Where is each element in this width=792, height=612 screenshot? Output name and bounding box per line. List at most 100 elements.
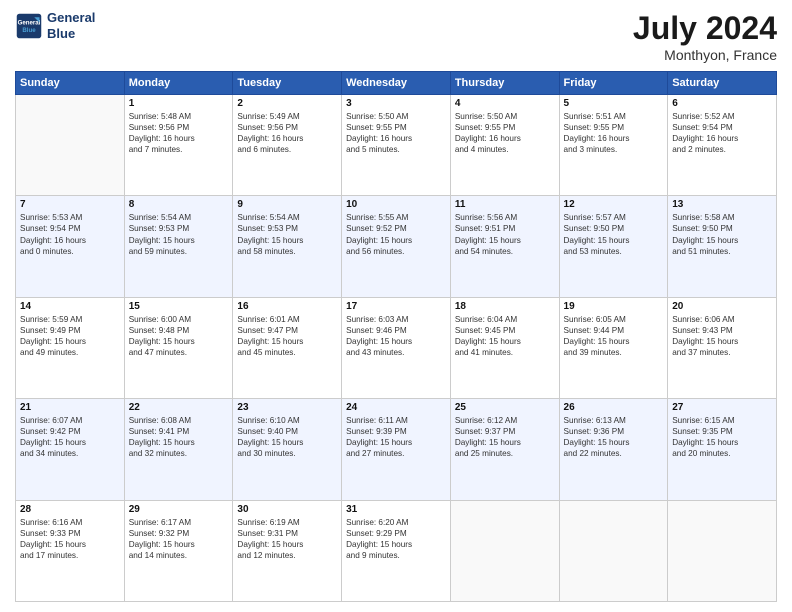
svg-text:Blue: Blue — [22, 27, 36, 34]
cell-info: Sunrise: 5:55 AM Sunset: 9:52 PM Dayligh… — [346, 212, 446, 256]
day-number: 9 — [237, 199, 337, 210]
cell-info: Sunrise: 6:11 AM Sunset: 9:39 PM Dayligh… — [346, 415, 446, 459]
cell-info: Sunrise: 6:13 AM Sunset: 9:36 PM Dayligh… — [564, 415, 664, 459]
calendar-cell: 12Sunrise: 5:57 AM Sunset: 9:50 PM Dayli… — [559, 196, 668, 297]
month-year: July 2024 — [633, 10, 777, 47]
calendar-cell: 27 Sunrise: 6:15 AM Sunset: 9:35 PM Dayli… — [668, 399, 777, 500]
cell-info: Sunrise: 5:56 AM Sunset: 9:51 PM Dayligh… — [455, 212, 555, 256]
svg-text:General: General — [18, 19, 41, 26]
cell-info: Sunrise: 5:59 AM Sunset: 9:49 PM Dayligh… — [20, 314, 120, 358]
day-number: 2 — [237, 98, 337, 109]
cell-info: Sunrise: 6:05 AM Sunset: 9:44 PM Dayligh… — [564, 314, 664, 358]
cell-info: Sunrise: 6:04 AM Sunset: 9:45 PM Dayligh… — [455, 314, 555, 358]
cell-info: Sunrise: 6:07 AM Sunset: 9:42 PM Dayligh… — [20, 415, 120, 459]
calendar-week-1: 1Sunrise: 5:48 AM Sunset: 9:56 PM Daylig… — [16, 95, 777, 196]
calendar-cell: 3Sunrise: 5:50 AM Sunset: 9:55 PM Daylig… — [342, 95, 451, 196]
title-block: July 2024 Monthyon, France — [633, 10, 777, 63]
day-number: 19 — [564, 301, 664, 312]
calendar-cell: 30 Sunrise: 6:19 AM Sunset: 9:31 PM Dayli… — [233, 500, 342, 601]
day-number: 12 — [564, 199, 664, 210]
cell-info: Sunrise: 5:53 AM Sunset: 9:54 PM Dayligh… — [20, 212, 120, 256]
cell-info: Sunrise: 6:12 AM Sunset: 9:37 PM Dayligh… — [455, 415, 555, 459]
day-number: 17 — [346, 301, 446, 312]
cell-info: Sunrise: 6:06 AM Sunset: 9:43 PM Dayligh… — [672, 314, 772, 358]
header: General Blue General Blue July 2024 Mont… — [15, 10, 777, 63]
calendar-cell: 2 Sunrise: 5:49 AM Sunset: 9:56 PM Daylig… — [233, 95, 342, 196]
calendar-cell: 26 Sunrise: 6:13 AM Sunset: 9:36 PM Dayli… — [559, 399, 668, 500]
calendar-cell: 16Sunrise: 6:01 AM Sunset: 9:47 PM Dayli… — [233, 297, 342, 398]
header-row: Sunday Monday Tuesday Wednesday Thursday… — [16, 72, 777, 95]
calendar-cell: 5 Sunrise: 5:51 AM Sunset: 9:55 PM Daylig… — [559, 95, 668, 196]
calendar-cell — [668, 500, 777, 601]
day-number: 25 — [455, 402, 555, 413]
col-sunday: Sunday — [16, 72, 125, 95]
calendar-cell: 1Sunrise: 5:48 AM Sunset: 9:56 PM Daylig… — [124, 95, 233, 196]
calendar-cell: 7 Sunrise: 5:53 AM Sunset: 9:54 PM Daylig… — [16, 196, 125, 297]
col-tuesday: Tuesday — [233, 72, 342, 95]
calendar-cell: 11 Sunrise: 5:56 AM Sunset: 9:51 PM Dayli… — [450, 196, 559, 297]
calendar-cell: 25 Sunrise: 6:12 AM Sunset: 9:37 PM Dayli… — [450, 399, 559, 500]
cell-info: Sunrise: 6:16 AM Sunset: 9:33 PM Dayligh… — [20, 517, 120, 561]
calendar-cell: 9Sunrise: 5:54 AM Sunset: 9:53 PM Daylig… — [233, 196, 342, 297]
cell-info: Sunrise: 6:00 AM Sunset: 9:48 PM Dayligh… — [129, 314, 229, 358]
cell-info: Sunrise: 6:15 AM Sunset: 9:35 PM Dayligh… — [672, 415, 772, 459]
calendar-cell: 23Sunrise: 6:10 AM Sunset: 9:40 PM Dayli… — [233, 399, 342, 500]
calendar-cell: 24 Sunrise: 6:11 AM Sunset: 9:39 PM Dayli… — [342, 399, 451, 500]
cell-info: Sunrise: 5:50 AM Sunset: 9:55 PM Dayligh… — [455, 111, 555, 155]
cell-info: Sunrise: 6:08 AM Sunset: 9:41 PM Dayligh… — [129, 415, 229, 459]
day-number: 28 — [20, 504, 120, 515]
calendar-cell: 21 Sunrise: 6:07 AM Sunset: 9:42 PM Dayli… — [16, 399, 125, 500]
calendar-week-3: 14Sunrise: 5:59 AM Sunset: 9:49 PM Dayli… — [16, 297, 777, 398]
calendar-cell: 14Sunrise: 5:59 AM Sunset: 9:49 PM Dayli… — [16, 297, 125, 398]
col-thursday: Thursday — [450, 72, 559, 95]
day-number: 11 — [455, 199, 555, 210]
logo: General Blue General Blue — [15, 10, 95, 41]
calendar-cell: 31Sunrise: 6:20 AM Sunset: 9:29 PM Dayli… — [342, 500, 451, 601]
cell-info: Sunrise: 5:58 AM Sunset: 9:50 PM Dayligh… — [672, 212, 772, 256]
cell-info: Sunrise: 5:49 AM Sunset: 9:56 PM Dayligh… — [237, 111, 337, 155]
day-number: 7 — [20, 199, 120, 210]
day-number: 5 — [564, 98, 664, 109]
cell-info: Sunrise: 6:17 AM Sunset: 9:32 PM Dayligh… — [129, 517, 229, 561]
cell-info: Sunrise: 5:51 AM Sunset: 9:55 PM Dayligh… — [564, 111, 664, 155]
cell-info: Sunrise: 6:20 AM Sunset: 9:29 PM Dayligh… — [346, 517, 446, 561]
cell-info: Sunrise: 6:01 AM Sunset: 9:47 PM Dayligh… — [237, 314, 337, 358]
day-number: 13 — [672, 199, 772, 210]
day-number: 8 — [129, 199, 229, 210]
day-number: 4 — [455, 98, 555, 109]
location: Monthyon, France — [633, 47, 777, 63]
calendar-cell — [16, 95, 125, 196]
calendar-cell: 29 Sunrise: 6:17 AM Sunset: 9:32 PM Dayli… — [124, 500, 233, 601]
calendar-cell: 17 Sunrise: 6:03 AM Sunset: 9:46 PM Dayli… — [342, 297, 451, 398]
day-number: 30 — [237, 504, 337, 515]
calendar-week-2: 7 Sunrise: 5:53 AM Sunset: 9:54 PM Daylig… — [16, 196, 777, 297]
cell-info: Sunrise: 5:54 AM Sunset: 9:53 PM Dayligh… — [129, 212, 229, 256]
calendar-cell: 13 Sunrise: 5:58 AM Sunset: 9:50 PM Dayli… — [668, 196, 777, 297]
day-number: 26 — [564, 402, 664, 413]
calendar-cell — [450, 500, 559, 601]
col-friday: Friday — [559, 72, 668, 95]
day-number: 29 — [129, 504, 229, 515]
calendar-cell: 22 Sunrise: 6:08 AM Sunset: 9:41 PM Dayli… — [124, 399, 233, 500]
col-saturday: Saturday — [668, 72, 777, 95]
day-number: 27 — [672, 402, 772, 413]
day-number: 21 — [20, 402, 120, 413]
logo-icon: General Blue — [15, 12, 43, 40]
col-wednesday: Wednesday — [342, 72, 451, 95]
day-number: 23 — [237, 402, 337, 413]
day-number: 22 — [129, 402, 229, 413]
calendar-cell: 18Sunrise: 6:04 AM Sunset: 9:45 PM Dayli… — [450, 297, 559, 398]
calendar-week-5: 28 Sunrise: 6:16 AM Sunset: 9:33 PM Dayli… — [16, 500, 777, 601]
cell-info: Sunrise: 6:03 AM Sunset: 9:46 PM Dayligh… — [346, 314, 446, 358]
calendar-cell: 20 Sunrise: 6:06 AM Sunset: 9:43 PM Dayli… — [668, 297, 777, 398]
calendar-cell: 8 Sunrise: 5:54 AM Sunset: 9:53 PM Daylig… — [124, 196, 233, 297]
page: General Blue General Blue July 2024 Mont… — [0, 0, 792, 612]
logo-line1: General — [47, 10, 95, 26]
calendar-cell: 15Sunrise: 6:00 AM Sunset: 9:48 PM Dayli… — [124, 297, 233, 398]
calendar-cell: 6Sunrise: 5:52 AM Sunset: 9:54 PM Daylig… — [668, 95, 777, 196]
day-number: 24 — [346, 402, 446, 413]
cell-info: Sunrise: 5:52 AM Sunset: 9:54 PM Dayligh… — [672, 111, 772, 155]
calendar-cell — [559, 500, 668, 601]
day-number: 20 — [672, 301, 772, 312]
cell-info: Sunrise: 6:19 AM Sunset: 9:31 PM Dayligh… — [237, 517, 337, 561]
